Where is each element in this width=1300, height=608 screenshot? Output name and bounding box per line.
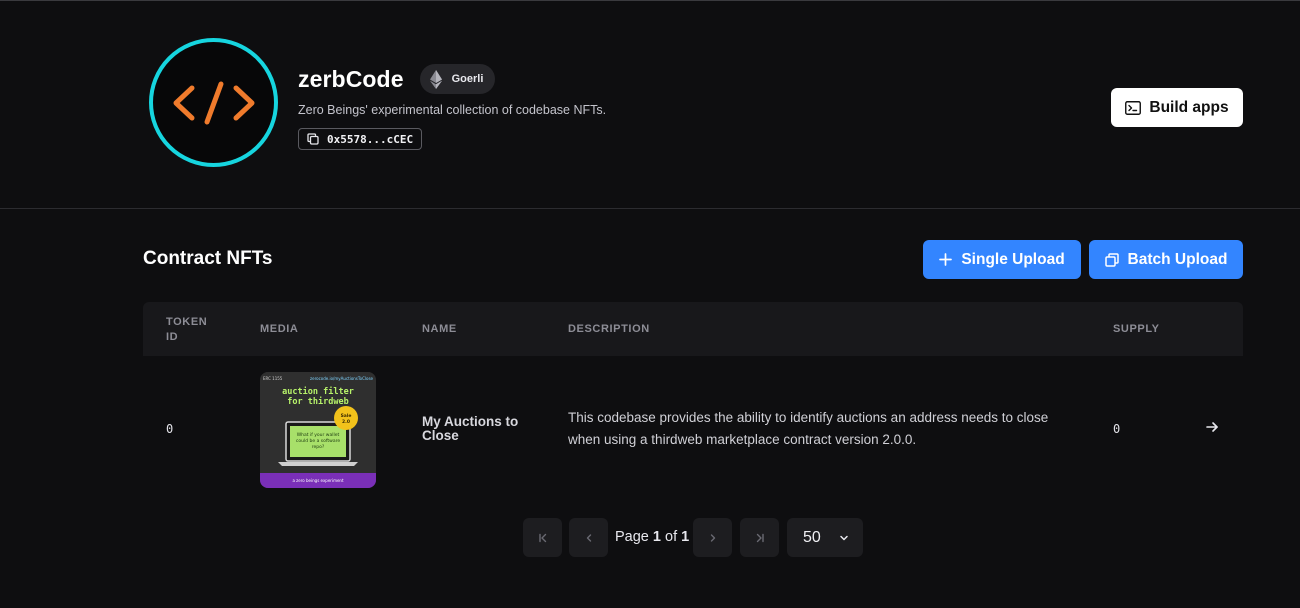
nft-footer: a zero beings experiment <box>292 478 344 483</box>
terminal-icon <box>1125 100 1142 115</box>
page-indicator: Page 1 of 1 <box>615 529 689 545</box>
code-brackets-icon <box>173 81 254 124</box>
single-upload-button[interactable]: Single Upload <box>923 240 1081 279</box>
supply-cell: 0 <box>1113 422 1121 436</box>
last-page-button[interactable] <box>740 518 779 557</box>
page-size-select[interactable]: 50 <box>787 518 863 557</box>
svg-text:What if your wallet: What if your wallet <box>297 432 340 438</box>
column-header-supply[interactable]: SUPPLY <box>1113 322 1160 337</box>
copy-address-button[interactable]: 0x5578...cCEC <box>298 128 423 150</box>
nft-name: My Auctions to Close <box>422 414 519 443</box>
batch-upload-button[interactable]: Batch Upload <box>1089 240 1243 279</box>
previous-page-button[interactable] <box>569 518 608 557</box>
last-page-icon <box>756 533 764 542</box>
next-page-button[interactable] <box>693 518 732 557</box>
svg-text:for thirdweb: for thirdweb <box>287 396 348 407</box>
svg-text:auction filter: auction filter <box>282 386 354 397</box>
build-apps-button[interactable]: Build apps <box>1111 88 1243 127</box>
chevron-right-icon <box>710 533 715 542</box>
table-row[interactable]: 0 ERC 1155 zerocode.io/myAuctionsToClose… <box>143 356 1243 502</box>
single-upload-label: Single Upload <box>961 250 1065 268</box>
header-divider <box>0 208 1300 209</box>
nft-tag-right: zerocode.io/myAuctionsToClose <box>310 376 374 381</box>
first-page-icon <box>538 533 546 542</box>
column-header-name[interactable]: NAME <box>422 322 457 337</box>
contract-name: zerbCode <box>298 65 404 92</box>
column-header-token-id[interactable]: TOKEN ID <box>166 315 216 345</box>
column-header-description[interactable]: DESCRIPTION <box>568 322 650 337</box>
nft-artwork: ERC 1155 zerocode.io/myAuctionsToClose a… <box>260 372 376 488</box>
total-pages: 1 <box>681 529 690 545</box>
nft-tag-left: ERC 1155 <box>263 376 283 381</box>
ethereum-icon <box>429 69 442 89</box>
contract-address: 0x5578...cCEC <box>327 132 414 146</box>
network-badge: Goerli <box>419 64 496 94</box>
svg-text:could be a software: could be a software <box>296 438 340 444</box>
page-size-value: 50 <box>803 528 821 546</box>
first-page-button[interactable] <box>523 518 562 557</box>
current-page: 1 <box>652 529 661 545</box>
contract-description: Zero Beings' experimental collection of … <box>298 103 607 117</box>
build-apps-label: Build apps <box>1149 98 1229 116</box>
svg-text:Sale: Sale <box>341 413 352 419</box>
page-label: Page <box>615 529 649 545</box>
plus-icon <box>939 253 953 266</box>
chevron-down-icon <box>840 535 848 540</box>
of-label: of <box>665 529 678 545</box>
network-name: Goerli <box>451 73 484 85</box>
stack-icon <box>1104 252 1119 267</box>
column-header-media[interactable]: MEDIA <box>260 322 298 337</box>
contract-avatar <box>149 38 278 167</box>
arrow-right-icon[interactable] <box>1205 420 1219 439</box>
svg-text:repo?: repo? <box>312 444 325 450</box>
window-top-border <box>0 0 1300 1</box>
batch-upload-label: Batch Upload <box>1127 250 1228 268</box>
contract-title-row: zerbCode Goerli <box>298 64 496 94</box>
copy-icon <box>307 133 319 145</box>
token-id-cell: 0 <box>166 422 174 436</box>
chevron-left-icon <box>586 533 591 542</box>
section-title: Contract NFTs <box>143 248 273 269</box>
nft-description: This codebase provides the ability to id… <box>568 410 1049 447</box>
svg-text:2.0: 2.0 <box>342 419 350 425</box>
table-header: TOKEN ID MEDIA NAME DESCRIPTION SUPPLY <box>143 302 1243 356</box>
nft-media-thumbnail[interactable]: ERC 1155 zerocode.io/myAuctionsToClose a… <box>260 372 376 488</box>
